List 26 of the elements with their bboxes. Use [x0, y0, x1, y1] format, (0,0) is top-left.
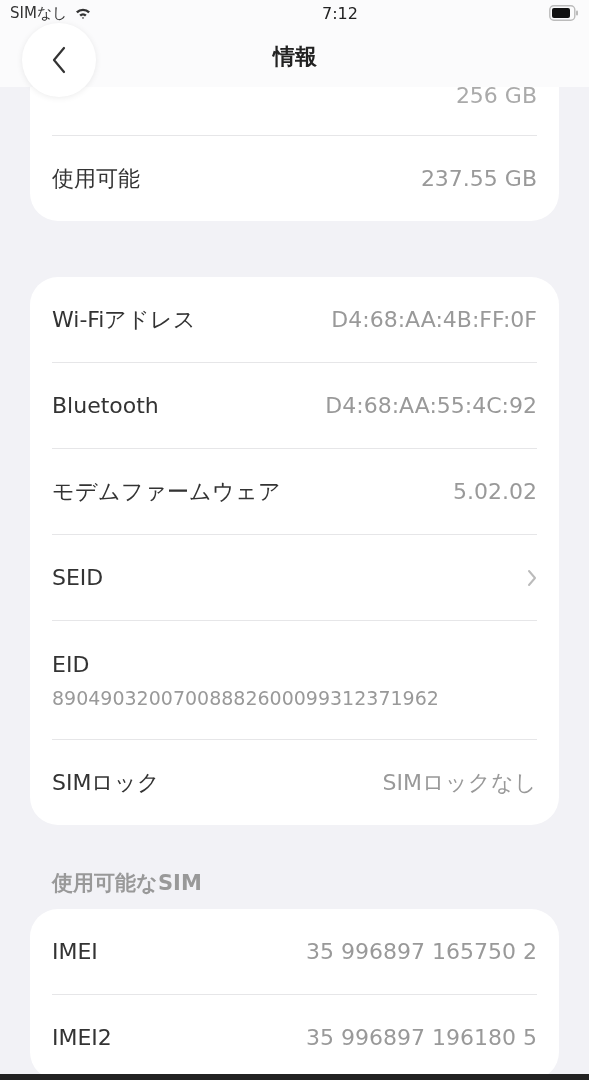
row-label: 使用可能 — [52, 164, 140, 193]
row-label: モデムファームウェア — [52, 477, 281, 506]
row-value: 256 GB — [455, 83, 537, 108]
row-label: Bluetooth — [52, 393, 159, 418]
row-value: D4:68:AA:4B:FF:0F — [331, 307, 537, 332]
row-value: 35 996897 196180 5 — [306, 1025, 537, 1050]
status-time: 7:12 — [320, 3, 358, 23]
chevron-right-icon — [527, 568, 537, 587]
row-value: SIMロックなし — [382, 768, 537, 797]
page-title: 情報 — [272, 42, 317, 71]
row-value: 35 996897 165750 2 — [306, 939, 537, 964]
seid-row[interactable]: SEID — [52, 535, 537, 620]
row-value: 89049032007008882600099312371962 — [52, 686, 439, 709]
row-label: EID — [52, 651, 90, 677]
row-value: D4:68:AA:55:4C:92 — [325, 393, 537, 418]
row-label: Wi-Fiアドレス — [52, 305, 197, 334]
row-label: SIMロック — [52, 768, 161, 797]
row-label: IMEI2 — [52, 1025, 112, 1050]
row-value: 5.02.02 — [453, 479, 537, 504]
wifi-icon — [74, 7, 91, 20]
carrier-text: SIMなし — [10, 3, 67, 23]
section-header: 使用可能なSIM — [52, 870, 203, 897]
row-label: IMEI — [52, 939, 98, 964]
battery-icon — [549, 5, 579, 22]
chevron-left-icon — [51, 46, 67, 75]
row-value: 237.55 GB — [420, 166, 537, 191]
